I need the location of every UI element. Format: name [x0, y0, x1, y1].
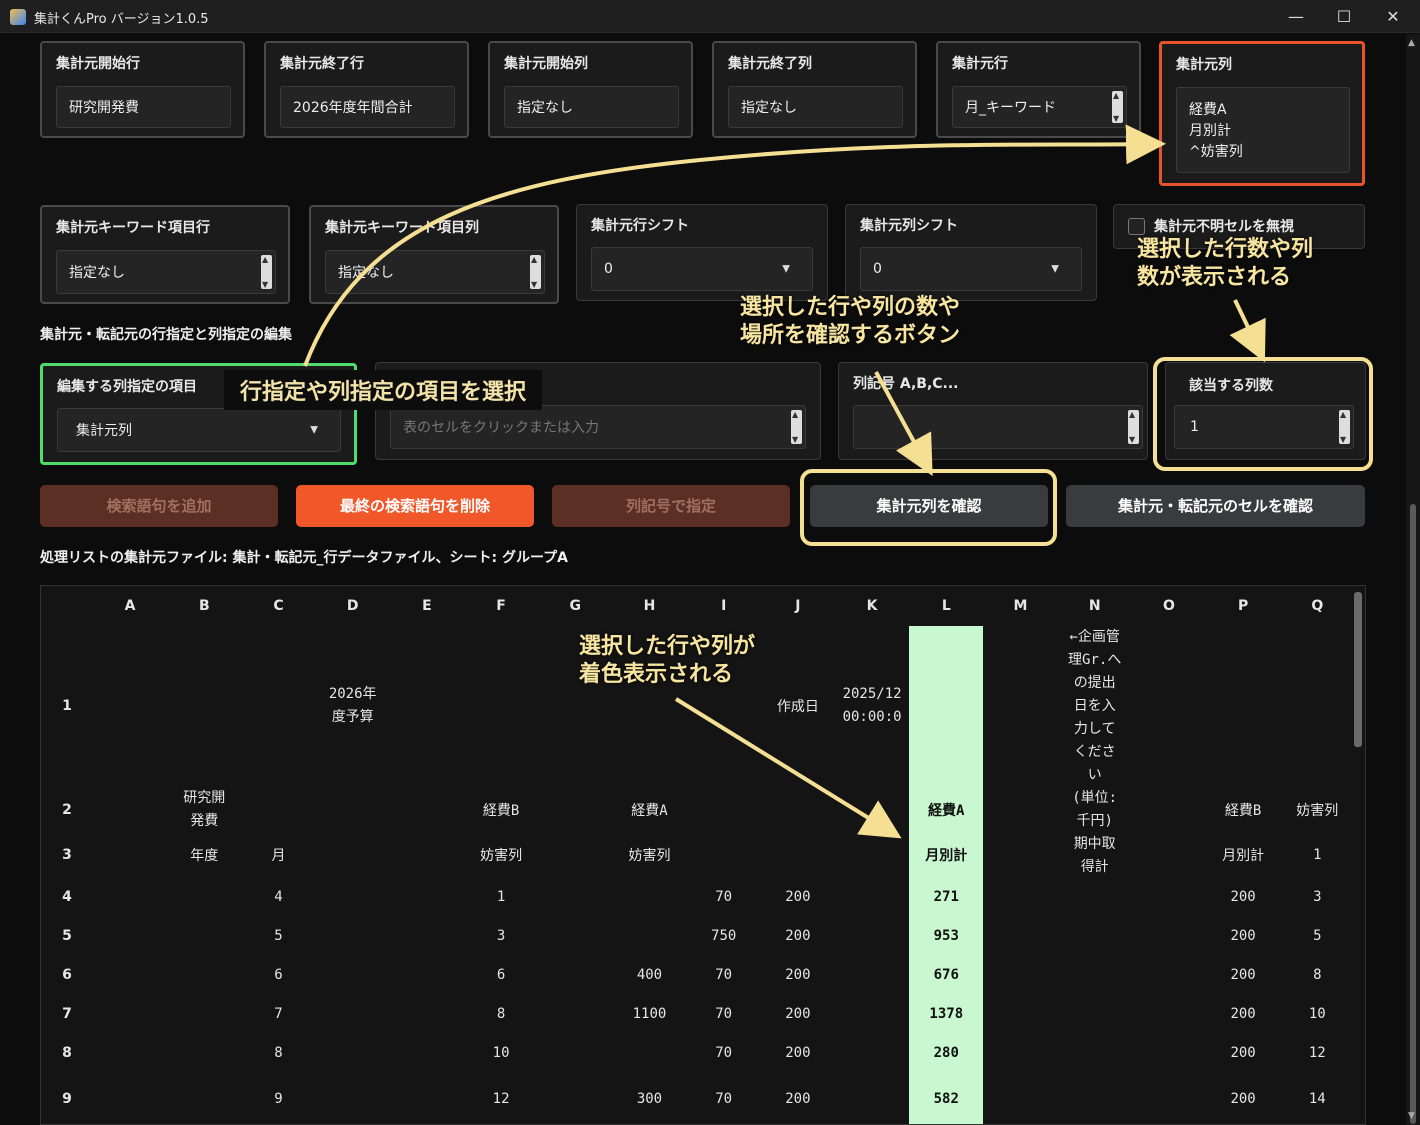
button-arrow — [874, 371, 933, 477]
column-arrow — [674, 697, 902, 839]
count-arrow — [1229, 299, 1266, 363]
annotation-arrows — [303, 124, 1266, 839]
curve-arrow — [303, 124, 1166, 367]
